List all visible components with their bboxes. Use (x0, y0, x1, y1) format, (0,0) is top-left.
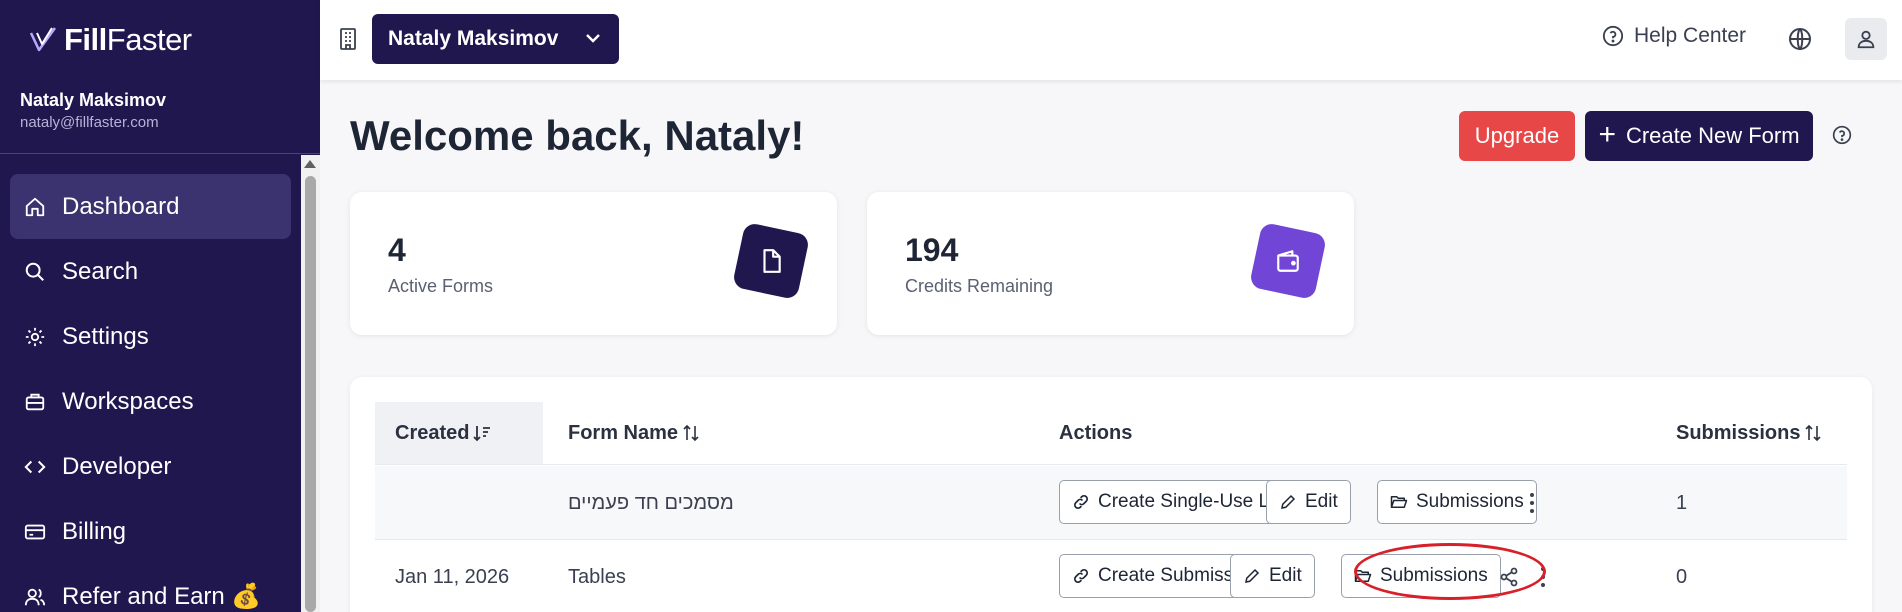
briefcase-icon (25, 393, 45, 410)
column-header-form-name[interactable]: Form Name (568, 402, 700, 464)
highlight-annotation (1354, 543, 1546, 600)
column-header-created[interactable]: Created (375, 402, 543, 464)
column-header-label: Submissions (1676, 421, 1801, 444)
gear-icon (25, 327, 45, 346)
table-row: מסמכים חד פעמיים Create Single-Use Link … (375, 466, 1847, 540)
create-new-form-label: Create New Form (1625, 123, 1800, 148)
sidebar-item-billing[interactable]: Billing (10, 499, 291, 564)
forms-table: Created Form Name Actions Submissions מס… (350, 377, 1872, 612)
user-menu-button[interactable] (1845, 18, 1887, 60)
sidebar-item-label: Dashboard (62, 192, 180, 220)
button-label: Edit (1305, 491, 1338, 512)
wallet-icon (1277, 250, 1299, 272)
upgrade-button[interactable]: Upgrade (1459, 111, 1575, 161)
sidebar-item-label: Search (62, 257, 139, 285)
stat-value: 4 (388, 232, 406, 268)
building-icon (340, 28, 356, 50)
stat-label: Active Forms (388, 276, 494, 296)
sidebar-item-refer-and-earn[interactable]: Refer and Earn 💰 (10, 564, 291, 612)
folder-open-icon (1390, 496, 1408, 508)
sidebar-item-search[interactable]: Search (10, 239, 291, 304)
user-icon (1857, 30, 1875, 49)
sidebar-item-label: Developer (62, 452, 172, 480)
file-icon (763, 249, 781, 273)
column-header-label: Actions (1059, 421, 1133, 444)
column-header-label: Form Name (568, 421, 679, 444)
cell-submissions-count: 0 (1676, 565, 1688, 588)
pencil-icon (1245, 568, 1260, 583)
chevron-down-icon (586, 34, 600, 43)
stat-label: Credits Remaining (905, 276, 1054, 296)
sidebar-item-label: Workspaces (62, 387, 194, 415)
sort-icon (1805, 424, 1822, 442)
button-label: Submissions (1416, 491, 1524, 512)
page-title: Welcome back, Nataly! (350, 112, 805, 159)
cell-form-name[interactable]: מסמכים חד פעמיים (568, 466, 734, 540)
sidebar-item-settings[interactable]: Settings (10, 304, 291, 369)
workspace-select[interactable]: Nataly Maksimov (372, 14, 619, 64)
stat-card-active-forms: 4 Active Forms (350, 192, 837, 335)
logo-wordmark: FillFaster (64, 22, 192, 57)
sidebar-item-label: Settings (62, 322, 149, 350)
fillfaster-logo[interactable]: FillFaster (28, 22, 192, 58)
edit-button[interactable]: Edit (1266, 480, 1351, 524)
help-center-link[interactable]: Help Center (1602, 24, 1746, 48)
column-header-actions: Actions (1059, 402, 1132, 464)
stat-card-credits-remaining: 194 Credits Remaining (867, 192, 1354, 335)
workspace-select-value: Nataly Maksimov (388, 27, 559, 50)
sidebar-item-label: Refer and Earn 💰 (62, 583, 262, 610)
plus-icon: + (1598, 117, 1616, 151)
help-circle-icon (1602, 25, 1624, 47)
more-vertical-icon[interactable] (1529, 492, 1535, 514)
link-icon (1074, 495, 1088, 509)
sidebar-user-name: Nataly Maksimov (20, 90, 167, 110)
sidebar-item-workspaces[interactable]: Workspaces (10, 369, 291, 434)
pencil-icon (1281, 494, 1296, 509)
table-row: Jan 11, 2026 Tables Create Submission Ed… (375, 540, 1847, 612)
sidebar-item-label: Billing (62, 517, 127, 545)
sidebar-divider (0, 153, 320, 154)
stat-icon-badge (1248, 221, 1328, 301)
sort-icon (683, 424, 699, 442)
column-header-label: Created (395, 421, 470, 444)
sort-desc-icon (473, 426, 491, 442)
cell-submissions-count: 1 (1676, 491, 1688, 514)
help-center-label: Help Center (1634, 24, 1747, 47)
search-icon (25, 262, 44, 281)
button-label: Edit (1269, 565, 1302, 586)
column-header-submissions[interactable]: Submissions (1676, 402, 1822, 464)
sidebar: FillFaster Nataly Maksimov nataly@fillfa… (0, 0, 320, 612)
sidebar-item-dashboard[interactable]: Dashboard (10, 174, 291, 239)
logo-check-icon (29, 27, 57, 52)
sidebar-item-developer[interactable]: Developer (10, 434, 291, 499)
scroll-up-arrow-icon[interactable] (304, 160, 316, 168)
credit-card-icon (24, 524, 46, 539)
button-label: Create Single-Use Link (1098, 491, 1294, 512)
stat-value: 194 (905, 232, 959, 268)
create-new-form-button[interactable]: + Create New Form (1585, 111, 1813, 161)
link-icon (1074, 569, 1088, 583)
cell-created: Jan 11, 2026 (395, 565, 510, 588)
submissions-button[interactable]: Submissions (1377, 480, 1537, 524)
edit-button[interactable]: Edit (1230, 554, 1315, 598)
home-icon (25, 197, 45, 216)
stat-icon-badge (731, 221, 811, 301)
globe-icon[interactable] (1788, 27, 1812, 51)
sidebar-scroll-thumb[interactable] (305, 176, 316, 612)
code-icon (24, 460, 46, 473)
table-header: Created Form Name Actions Submissions (375, 402, 1847, 465)
top-bar: Nataly Maksimov Help Center (320, 0, 1902, 80)
sidebar-user-email: nataly@fillfaster.com (20, 114, 159, 131)
help-circle-icon[interactable] (1832, 125, 1852, 145)
cell-form-name[interactable]: Tables (568, 540, 626, 612)
sidebar-nav: Dashboard Search Settings Workspaces Dev… (10, 174, 291, 612)
users-icon (24, 588, 46, 605)
